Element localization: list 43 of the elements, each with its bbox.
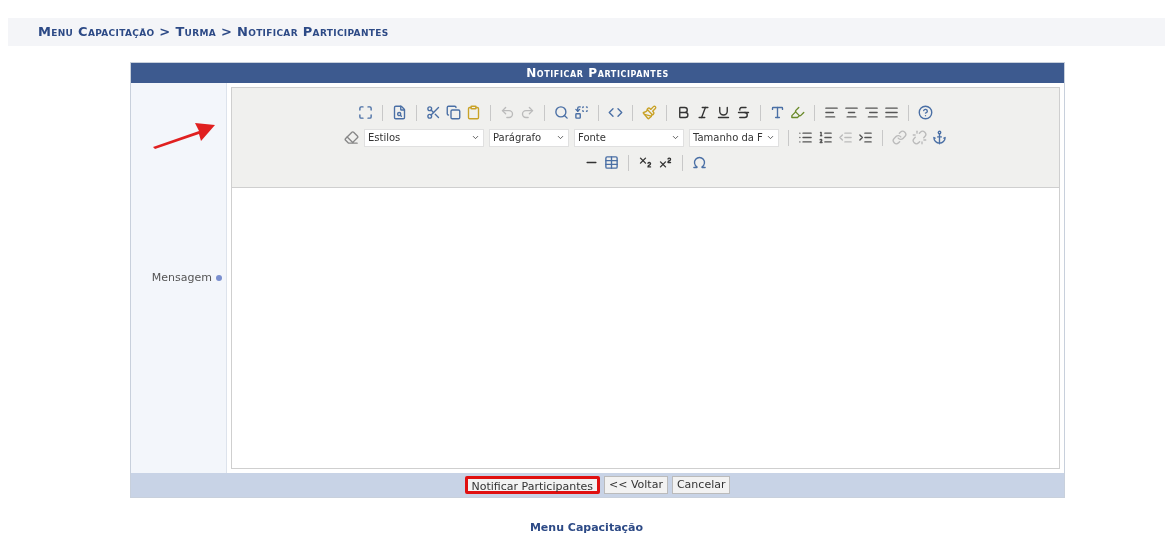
form-button[interactable]: Notificar Participantes — [464, 476, 600, 494]
bold-icon[interactable] — [676, 105, 691, 120]
editor-dropdown[interactable]: Fonte — [574, 128, 684, 147]
align-center-icon[interactable] — [844, 105, 859, 120]
superscript-icon[interactable] — [658, 155, 673, 170]
search-icon[interactable] — [554, 105, 569, 120]
align-right-icon[interactable] — [864, 105, 879, 120]
caret-icon — [766, 133, 775, 142]
indent-icon[interactable] — [858, 130, 873, 145]
subscript-icon[interactable] — [638, 155, 653, 170]
special-character-icon[interactable] — [692, 155, 707, 170]
copy-icon[interactable] — [446, 105, 461, 120]
numbered-list-icon[interactable] — [818, 130, 833, 145]
highlight-icon[interactable] — [790, 105, 805, 120]
text-color-icon[interactable] — [770, 105, 785, 120]
breadcrumb: Menu Capacitação > Turma > Notificar Participantes — [38, 23, 389, 42]
align-left-icon[interactable] — [824, 105, 839, 120]
caret-icon — [471, 133, 480, 142]
help-icon[interactable] — [918, 105, 933, 120]
form-button[interactable]: << Voltar — [603, 476, 668, 494]
underline-icon[interactable] — [716, 105, 731, 120]
editor-dropdown[interactable]: Tamanho da F — [689, 128, 779, 147]
source-icon[interactable] — [608, 105, 623, 120]
italic-icon[interactable] — [696, 105, 711, 120]
form-button[interactable]: Cancelar — [671, 476, 731, 494]
strikethrough-icon[interactable] — [736, 105, 751, 120]
eraser-icon[interactable] — [344, 130, 359, 145]
caret-icon — [671, 133, 680, 142]
preview-icon[interactable] — [392, 105, 407, 120]
form-header: Notificar Participantes — [131, 63, 1064, 83]
caret-icon — [556, 133, 565, 142]
table-icon[interactable] — [604, 155, 619, 170]
message-editor[interactable]: Estilos Parágrafo Fonte Tamanho da F — [231, 87, 1060, 469]
anchor-icon[interactable] — [932, 130, 947, 145]
bullet-list-icon[interactable] — [798, 130, 813, 145]
field-label: Mensagem — [151, 269, 212, 286]
footer-link[interactable]: Menu Capacitação — [529, 520, 644, 537]
cut-icon[interactable] — [426, 105, 441, 120]
replace-icon[interactable] — [574, 105, 589, 120]
fullscreen-icon[interactable] — [358, 105, 373, 120]
editor-dropdown[interactable]: Parágrafo — [489, 128, 569, 147]
align-justify-icon[interactable] — [884, 105, 899, 120]
editor-dropdown[interactable]: Estilos — [364, 128, 484, 147]
